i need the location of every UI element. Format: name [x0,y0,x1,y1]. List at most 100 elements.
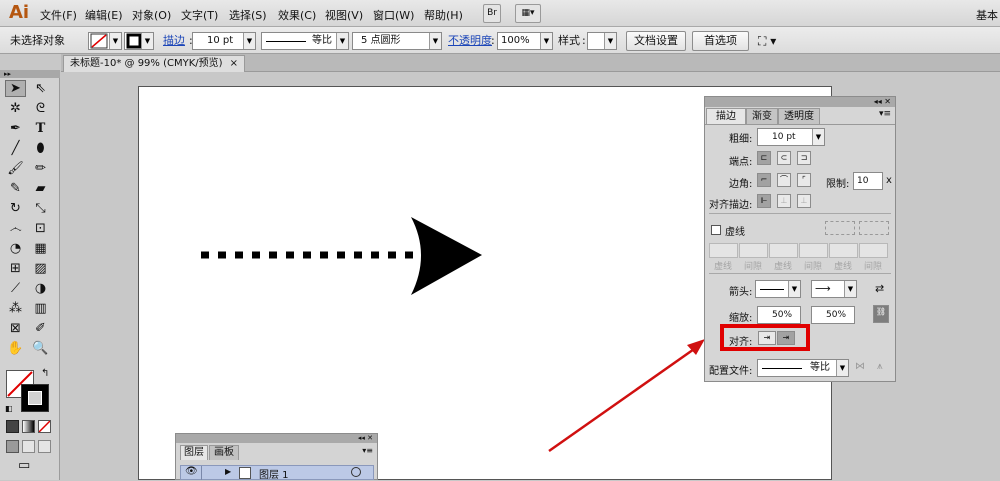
bridge-button[interactable]: Br [483,4,501,23]
menu-view[interactable]: 视图(V) [325,7,363,23]
preserve-dash-icon[interactable] [825,221,855,235]
slice-tool[interactable]: ✐ [30,320,51,337]
line-tool[interactable]: ╱ [5,140,26,157]
menu-type[interactable]: 文字(T) [181,7,218,23]
default-colors-icon[interactable]: ◧ [5,404,13,413]
arrange-documents-button[interactable]: ▦▾ [515,4,541,23]
menu-object[interactable]: 对象(O) [132,7,171,23]
tab-transparency[interactable]: 透明度 [778,108,820,124]
blend-tool[interactable]: ◑ [30,280,51,297]
layers-titlebar[interactable]: ◂◂ ✕ [176,434,377,443]
bevel-join-icon[interactable]: ⌜ [797,173,811,187]
tab-gradient[interactable]: 渐变 [746,108,778,124]
menu-help[interactable]: 帮助(H) [424,7,463,23]
menu-file[interactable]: 文件(F) [40,7,77,23]
end-scale-field[interactable]: 50% [811,306,855,324]
free-transform-tool[interactable]: ⊡ [30,220,51,237]
profile-select[interactable]: 等比 ▼ [757,359,849,377]
hand-tool[interactable]: ✋ [5,340,26,357]
blob-brush-tool[interactable]: ✎ [5,180,26,197]
menu-edit[interactable]: 编辑(E) [85,7,123,23]
transform-options-icon[interactable]: ⛶ ▾ [758,32,776,50]
opacity-panel-link[interactable]: 不透明度 [448,32,492,50]
gap-field-3[interactable] [859,243,888,258]
align-center-icon[interactable]: ⊩ [757,194,771,208]
butt-cap-icon[interactable]: ⊏ [757,151,771,165]
limit-field[interactable]: 10 [853,172,883,190]
pen-tool[interactable]: ✒ [5,120,26,137]
lasso-tool[interactable]: ᘓ [30,100,51,117]
dash-field-1[interactable] [709,243,738,258]
end-arrowhead-select[interactable]: ⟶ ▼ [811,280,857,298]
type-tool[interactable]: T [30,120,51,137]
direct-selection-tool[interactable]: ⇖ [30,80,51,97]
stroke-weight-field[interactable]: 10 pt ▼ [192,32,256,50]
preferences-button[interactable]: 首选项 [692,31,749,51]
gradient-mode-icon[interactable] [22,420,35,433]
workspace-switcher[interactable]: 基本 [976,7,998,23]
symbol-sprayer-tool[interactable]: ⁂ [5,300,26,317]
dashed-line-checkbox[interactable] [711,225,721,235]
swap-arrowheads-icon[interactable]: ⇄ [875,282,884,295]
tab-layers[interactable]: 图层 [180,445,208,460]
start-scale-field[interactable]: 50% [757,306,801,324]
weight-field[interactable]: 10 pt ▼ [757,128,825,146]
miter-join-icon[interactable]: ⌐ [757,173,771,187]
menu-effect[interactable]: 效果(C) [278,7,316,23]
stroke-panel-titlebar[interactable]: ◂◂ ✕ [705,97,895,107]
menu-select[interactable]: 选择(S) [229,7,267,23]
link-scale-icon[interactable]: ⛓ [873,305,889,323]
flip-along-icon[interactable]: ⋈ [855,361,865,372]
document-setup-button[interactable]: 文档设置 [626,31,686,51]
round-join-icon[interactable]: ⌒ [777,173,791,187]
draw-behind-icon[interactable] [22,440,35,453]
magic-wand-tool[interactable]: ✲ [5,100,26,117]
mesh-tool[interactable]: ⊞ [5,260,26,277]
align-inside-icon[interactable]: ⊥ [777,194,791,208]
collapse-panel-icon[interactable]: ◂◂ ✕ [874,97,891,106]
stroke-swatch[interactable]: ▼ [124,32,154,50]
document-tab[interactable]: 未标题-10* @ 99% (CMYK/预览) × [63,55,245,72]
menu-window[interactable]: 窗口(W) [373,7,414,23]
layer-name[interactable]: 图层 1 [259,466,289,481]
perspective-grid-tool[interactable]: ▦ [30,240,51,257]
column-graph-tool[interactable]: ▥ [30,300,51,317]
gap-field-1[interactable] [739,243,768,258]
scale-tool[interactable]: ⤡ [30,200,51,217]
color-icon[interactable] [6,420,19,433]
layer-row[interactable]: 👁 ▶ 图层 1 [180,465,374,481]
opacity-field[interactable]: 100% ▼ [497,32,553,50]
none-mode-icon[interactable] [38,420,51,433]
swap-fill-stroke-icon[interactable]: ↰ [41,368,49,379]
brush-definition[interactable]: 5 点圆形 ▼ [352,32,442,50]
align-outside-icon[interactable]: ⊥ [797,194,811,208]
rotate-tool[interactable]: ↻ [5,200,26,217]
graphic-style-swatch[interactable]: ▼ [587,32,617,50]
flip-across-icon[interactable]: ⩚ [877,361,883,372]
layer-target-icon[interactable] [351,467,361,477]
layers-menu-icon[interactable]: ▾≡ [362,446,373,455]
draw-inside-icon[interactable] [38,440,51,453]
tab-artboards[interactable]: 画板 [209,445,239,460]
paintbrush-tool[interactable]: 🖌 [5,160,26,177]
eyedropper-tool[interactable]: ⟋ [5,280,26,297]
close-document-icon[interactable]: × [230,56,238,72]
panel-menu-icon[interactable]: ▾≡ [879,109,891,119]
eraser-tool[interactable]: ▰ [30,180,51,197]
pencil-tool[interactable]: ✏ [30,160,51,177]
variable-width-profile[interactable]: 等比 ▼ [261,32,349,50]
projecting-cap-icon[interactable]: ⊐ [797,151,811,165]
arrow-extend-beyond-icon[interactable]: ⇥ [758,331,776,345]
stroke-panel-link[interactable]: 描边 [163,32,185,50]
draw-normal-icon[interactable] [6,440,19,453]
round-cap-icon[interactable]: ⊂ [777,151,791,165]
screen-mode-icon[interactable]: ▭ [18,458,30,473]
dash-field-3[interactable] [829,243,858,258]
expand-layer-icon[interactable]: ▶ [225,467,231,476]
gradient-tool[interactable]: ▨ [30,260,51,277]
warp-tool[interactable]: ෴ [5,220,26,237]
zoom-tool[interactable]: 🔍 [30,340,51,357]
ellipse-tool[interactable]: ⬮ [30,140,51,157]
tab-stroke[interactable]: 描边 [706,108,746,124]
stroke-indicator[interactable] [21,384,49,412]
